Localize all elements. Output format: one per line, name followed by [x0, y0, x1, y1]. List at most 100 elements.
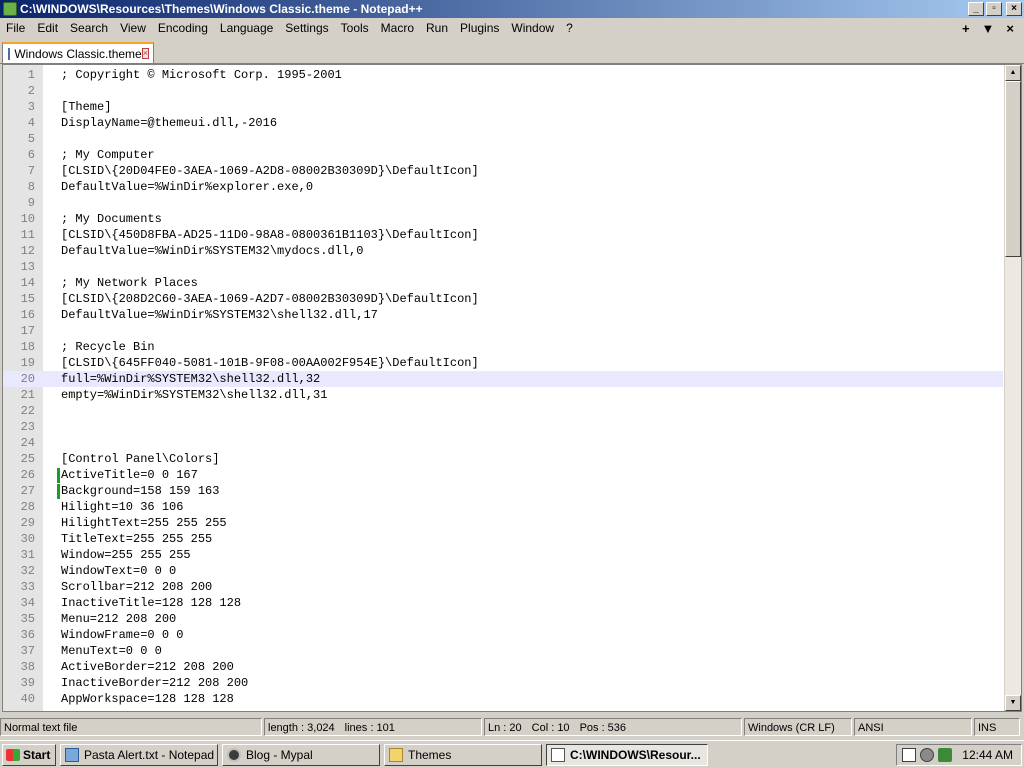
line-text[interactable]: ActiveBorder=212 208 200 [61, 659, 234, 675]
editor-line[interactable]: 37 MenuText=0 0 0 [3, 643, 1003, 659]
editor-line[interactable]: 1 ; Copyright © Microsoft Corp. 1995-2001 [3, 67, 1003, 83]
clock[interactable]: 12:44 AM [962, 748, 1013, 762]
vertical-scrollbar[interactable]: ▲ ▼ [1004, 65, 1021, 711]
scroll-up-arrow-icon[interactable]: ▲ [1005, 65, 1021, 81]
line-text[interactable]: ; Copyright © Microsoft Corp. 1995-2001 [61, 67, 342, 83]
line-text[interactable]: ; My Documents [61, 211, 162, 227]
line-text[interactable]: Menu=212 208 200 [61, 611, 176, 627]
menu-item-encoding[interactable]: Encoding [152, 21, 214, 35]
scroll-down-arrow-icon[interactable]: ▼ [1005, 695, 1021, 711]
editor-line[interactable]: 20 full=%WinDir%SYSTEM32\shell32.dll,32 [3, 371, 1003, 387]
editor-line[interactable]: 32 WindowText=0 0 0 [3, 563, 1003, 579]
line-text[interactable]: DisplayName=@themeui.dll,-2016 [61, 115, 277, 131]
editor-line[interactable]: 26 ActiveTitle=0 0 167 [3, 467, 1003, 483]
editor-pane[interactable]: 1 ; Copyright © Microsoft Corp. 1995-2001… [2, 64, 1022, 712]
line-text[interactable]: Scrollbar=212 208 200 [61, 579, 212, 595]
editor-line[interactable]: 40 AppWorkspace=128 128 128 [3, 691, 1003, 707]
editor-line[interactable]: 10 ; My Documents [3, 211, 1003, 227]
editor-line[interactable]: 5 [3, 131, 1003, 147]
line-text[interactable]: ; My Computer [61, 147, 155, 163]
editor-line[interactable]: 3 [Theme] [3, 99, 1003, 115]
line-text[interactable]: Background=158 159 163 [61, 483, 219, 499]
maximize-button[interactable]: ▫ [986, 2, 1002, 16]
editor-line[interactable]: 16 DefaultValue=%WinDir%SYSTEM32\shell32.… [3, 307, 1003, 323]
line-text[interactable]: [CLSID\{645FF040-5081-101B-9F08-00AA002F… [61, 355, 479, 371]
editor-line[interactable]: 9 [3, 195, 1003, 211]
close-document-button[interactable]: × [1006, 21, 1014, 36]
editor-text-area[interactable]: 1 ; Copyright © Microsoft Corp. 1995-2001… [3, 67, 1003, 707]
line-text[interactable]: empty=%WinDir%SYSTEM32\shell32.dll,31 [61, 387, 327, 403]
line-text[interactable]: TitleText=255 255 255 [61, 531, 212, 547]
editor-line[interactable]: 11 [CLSID\{450D8FBA-AD25-11D0-98A8-080036… [3, 227, 1003, 243]
menu-item-macro[interactable]: Macro [375, 21, 420, 35]
editor-line[interactable]: 14 ; My Network Places [3, 275, 1003, 291]
editor-line[interactable]: 7 [CLSID\{20D04FE0-3AEA-1069-A2D8-08002B3… [3, 163, 1003, 179]
volume-icon[interactable] [938, 748, 953, 762]
editor-line[interactable]: 6 ; My Computer [3, 147, 1003, 163]
editor-line[interactable]: 30 TitleText=255 255 255 [3, 531, 1003, 547]
editor-line[interactable]: 2 [3, 83, 1003, 99]
editor-line[interactable]: 31 Window=255 255 255 [3, 547, 1003, 563]
line-text[interactable]: WindowText=0 0 0 [61, 563, 176, 579]
line-text[interactable]: [Theme] [61, 99, 111, 115]
line-text[interactable]: ; Recycle Bin [61, 339, 155, 355]
line-text[interactable]: ; My Network Places [61, 275, 198, 291]
network-icon[interactable] [920, 748, 935, 762]
scrollbar-thumb[interactable] [1005, 81, 1021, 257]
editor-line[interactable]: 15 [CLSID\{208D2C60-3AEA-1069-A2D7-08002B… [3, 291, 1003, 307]
line-text[interactable]: AppWorkspace=128 128 128 [61, 691, 234, 707]
taskbar-item-notepadpp[interactable]: C:\WINDOWS\Resour... [546, 744, 708, 766]
line-text[interactable]: Window=255 255 255 [61, 547, 191, 563]
taskbar-item-themes[interactable]: Themes [384, 744, 542, 766]
tab-windows-classic-theme[interactable]: Windows Classic.theme × [2, 42, 154, 63]
editor-line[interactable]: 21 empty=%WinDir%SYSTEM32\shell32.dll,31 [3, 387, 1003, 403]
tab-list-dropdown-button[interactable]: ▼ [982, 21, 995, 36]
line-text[interactable]: InactiveBorder=212 208 200 [61, 675, 248, 691]
line-text[interactable]: [Control Panel\Colors] [61, 451, 219, 467]
line-text[interactable]: [CLSID\{208D2C60-3AEA-1069-A2D7-08002B30… [61, 291, 479, 307]
menu-item-tools[interactable]: Tools [335, 21, 375, 35]
tab-close-icon[interactable]: × [141, 48, 149, 59]
menu-item-help[interactable]: ? [560, 21, 579, 35]
keyboard-icon[interactable] [902, 748, 917, 762]
editor-line[interactable]: 38 ActiveBorder=212 208 200 [3, 659, 1003, 675]
editor-line[interactable]: 18 ; Recycle Bin [3, 339, 1003, 355]
menu-item-view[interactable]: View [114, 21, 152, 35]
line-text[interactable]: ActiveTitle=0 0 167 [61, 467, 198, 483]
line-text[interactable]: WindowFrame=0 0 0 [61, 627, 183, 643]
menu-item-run[interactable]: Run [420, 21, 454, 35]
line-text[interactable]: [CLSID\{450D8FBA-AD25-11D0-98A8-0800361B… [61, 227, 479, 243]
close-button[interactable]: × [1006, 2, 1022, 16]
taskbar-item-mypal[interactable]: Blog - Mypal [222, 744, 380, 766]
editor-line[interactable]: 29 HilightText=255 255 255 [3, 515, 1003, 531]
menu-item-plugins[interactable]: Plugins [454, 21, 505, 35]
line-text[interactable]: full=%WinDir%SYSTEM32\shell32.dll,32 [61, 371, 320, 387]
line-text[interactable]: DefaultValue=%WinDir%SYSTEM32\mydocs.dll… [61, 243, 363, 259]
menu-item-search[interactable]: Search [64, 21, 114, 35]
editor-line[interactable]: 8 DefaultValue=%WinDir%explorer.exe,0 [3, 179, 1003, 195]
new-tab-button[interactable]: + [962, 21, 970, 36]
line-text[interactable]: Hilight=10 36 106 [61, 499, 183, 515]
start-button[interactable]: Start [2, 744, 56, 766]
editor-line[interactable]: 4 DisplayName=@themeui.dll,-2016 [3, 115, 1003, 131]
menu-item-edit[interactable]: Edit [31, 21, 64, 35]
editor-line[interactable]: 24 [3, 435, 1003, 451]
menu-item-settings[interactable]: Settings [279, 21, 334, 35]
taskbar-item-notepad[interactable]: Pasta Alert.txt - Notepad [60, 744, 218, 766]
editor-line[interactable]: 13 [3, 259, 1003, 275]
line-text[interactable]: DefaultValue=%WinDir%SYSTEM32\shell32.dl… [61, 307, 378, 323]
editor-line[interactable]: 39 InactiveBorder=212 208 200 [3, 675, 1003, 691]
notepadpp-app-icon[interactable] [3, 2, 17, 16]
minimize-button[interactable]: _ [968, 2, 984, 16]
editor-line[interactable]: 27 Background=158 159 163 [3, 483, 1003, 499]
editor-line[interactable]: 12 DefaultValue=%WinDir%SYSTEM32\mydocs.d… [3, 243, 1003, 259]
menu-item-language[interactable]: Language [214, 21, 279, 35]
line-text[interactable]: DefaultValue=%WinDir%explorer.exe,0 [61, 179, 313, 195]
editor-line[interactable]: 36 WindowFrame=0 0 0 [3, 627, 1003, 643]
editor-line[interactable]: 33 Scrollbar=212 208 200 [3, 579, 1003, 595]
line-text[interactable]: InactiveTitle=128 128 128 [61, 595, 241, 611]
line-text[interactable]: [CLSID\{20D04FE0-3AEA-1069-A2D8-08002B30… [61, 163, 479, 179]
menu-item-window[interactable]: Window [505, 21, 560, 35]
editor-line[interactable]: 34 InactiveTitle=128 128 128 [3, 595, 1003, 611]
editor-line[interactable]: 19 [CLSID\{645FF040-5081-101B-9F08-00AA00… [3, 355, 1003, 371]
